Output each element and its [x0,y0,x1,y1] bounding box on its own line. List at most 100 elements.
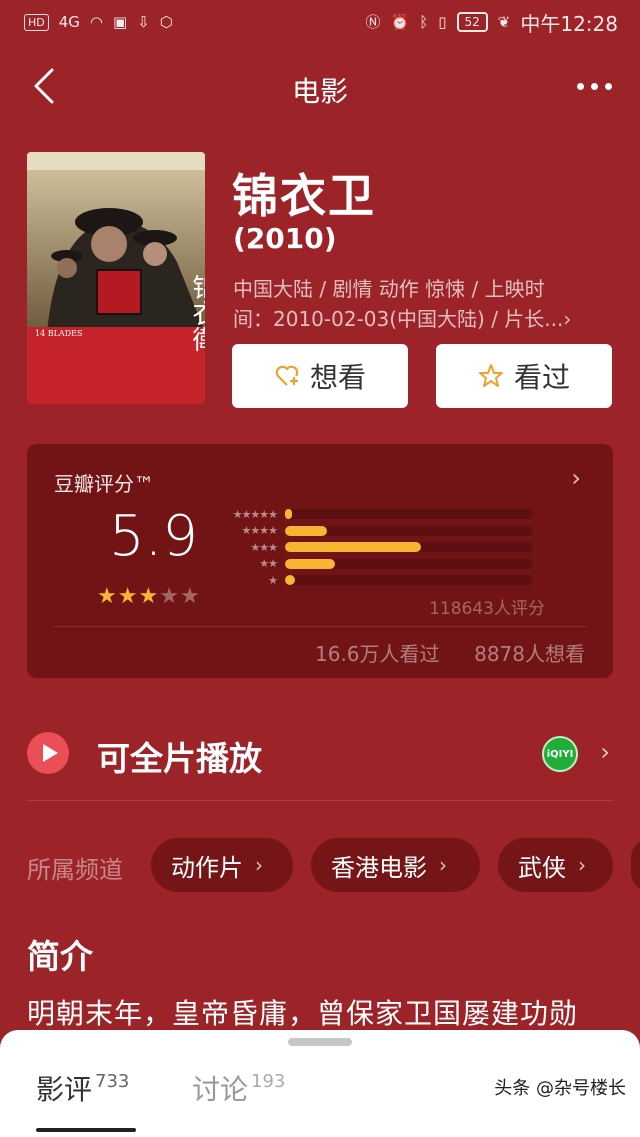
want-to-watch-label: 想看 [309,361,366,394]
play-full-label: 可全片播放 [97,739,262,778]
intro-text: 明朝末年，皇帝昏庸，曾保家卫国屡建功勋 [27,997,579,1030]
drag-handle[interactable] [288,1038,352,1046]
distribution-bar [285,525,328,536]
play-full-row[interactable]: 可全片播放 iQIYI › [0,716,640,796]
more-dot-icon [590,82,598,90]
distribution-row: ★★★★★ [223,506,533,523]
status-bar-right: Ⓝ ⏰ ᛒ ▯ 52 ❦ 中午12:28 [366,8,618,37]
download-icon: ⇩ [137,12,150,31]
wish-count: 8878人想看 [474,642,585,666]
channel-chip-action[interactable]: 动作片 › [151,838,293,892]
watched-label: 看过 [513,361,570,394]
rating-count: 118643人评分 [429,599,545,619]
movie-poster[interactable]: 14 BLADES 锦衣衛 [27,152,205,404]
tab-reviews[interactable]: 影评 733 [36,1068,129,1108]
divider [54,626,586,627]
distribution-stars-icon: ★ [268,573,278,587]
watched-button[interactable]: 看过 [436,344,612,408]
app-notification-icon: ▣ [113,12,128,31]
page-title: 电影 [291,75,348,108]
tab-count: 193 [251,1071,286,1092]
distribution-track [285,525,533,536]
rating-score: 5.9 [109,504,199,569]
distribution-stars-icon: ★★★ [250,540,278,554]
shield-icon: ⬡ [159,12,173,31]
poster-image: 14 BLADES 锦衣衛 [27,152,205,404]
chevron-left-icon [34,68,54,104]
distribution-row: ★ [223,572,533,589]
play-icon [27,732,69,774]
movie-meta-line: 中国大陆 / 剧情 动作 惊悚 / 上映时 [233,277,545,301]
channel-chip-label: 香港电影 [331,853,427,882]
distribution-track [285,509,533,520]
chevron-right-icon: › [255,853,263,877]
chevron-right-icon: › [578,853,586,877]
alarm-icon: ⏰ [390,12,410,31]
channels-label: 所属频道 [27,856,123,884]
nav-bar: 电影 [0,56,640,116]
movie-year: (2010) [233,222,337,255]
chevron-right-icon: › [439,853,447,877]
chevron-right-icon[interactable]: › [571,464,581,492]
nfc-icon: Ⓝ [365,12,381,31]
more-options-button[interactable] [572,72,616,100]
want-to-watch-button[interactable]: 想看 [232,344,408,408]
status-bar-left: HD 4G ◠ ▣ ⇩ ⬡ [24,12,173,31]
channel-chip-label: 武侠 [518,853,566,882]
vibrate-icon: ▯ [438,12,447,31]
poster-caption: 14 BLADES [35,329,82,338]
leaf-icon: ❦ [497,12,511,31]
distribution-stars-icon: ★★ [259,557,278,571]
distribution-track [285,542,533,553]
channel-chip-hongkong[interactable]: 香港电影 › [311,838,480,892]
heart-plus-icon [275,365,299,386]
distribution-bar [285,558,335,569]
tab-label: 影评 [36,1073,93,1106]
channel-chip-wuxia[interactable]: 武侠 › [498,838,613,892]
seen-count: 16.6万人看过 [315,642,440,666]
watermark: 头条 @杂号楼长 [494,1078,626,1099]
battery-icon: 52 [456,12,488,32]
star-empty-icon: ★ [159,584,180,609]
distribution-bar [285,509,293,520]
more-dot-icon [604,82,612,90]
distribution-stars-icon: ★★★★★ [232,507,278,521]
movie-meta[interactable]: 中国大陆 / 剧情 动作 惊悚 / 上映时 间：2010-02-03(中国大陆)… [233,274,603,334]
back-button[interactable] [30,64,70,108]
distribution-track [285,558,533,569]
rating-card[interactable]: 豆瓣评分™ › 5.9 ★★★★★ ★★★★★ ★★★★ ★★★ ★★ ★ 118643… [27,444,613,678]
active-tab-indicator [36,1128,136,1132]
distribution-stars-icon: ★★★★ [241,524,278,538]
poster-title: 锦衣衛 [188,274,205,352]
distribution-track [285,575,533,586]
movie-meta-line: 间：2010-02-03(中国大陆) / 片长...› [233,307,572,331]
status-time: 中午12:28 [520,11,618,36]
star-outline-icon [478,364,503,387]
distribution-bar [285,542,422,553]
distribution-row: ★★★ [223,539,533,556]
divider [27,800,613,801]
chevron-right-icon: › [600,738,610,766]
wifi-icon: ◠ [89,12,104,31]
star-filled-icon: ★ [97,584,118,609]
distribution-bar [285,575,295,586]
star-empty-icon: ★ [179,584,201,609]
more-dot-icon [576,82,584,90]
intro-title: 简介 [27,937,93,976]
tab-discussion[interactable]: 讨论 193 [192,1068,285,1108]
distribution-row: ★★★★ [223,523,533,540]
rating-stars: ★★★★★ [97,584,201,609]
rating-header: 豆瓣评分™ [54,472,154,496]
hd-icon: HD [24,13,49,31]
tab-count: 733 [95,1071,130,1092]
channel-chip-more[interactable] [631,838,640,892]
channel-chip-label: 动作片 [171,853,243,882]
signal-icon: 4G [58,12,80,31]
movie-title: 锦衣卫 [232,169,376,223]
iqiyi-logo-icon: iQIYI [542,736,578,772]
star-filled-icon: ★ [117,584,139,609]
distribution-row: ★★ [223,556,533,573]
bluetooth-icon: ᛒ [419,12,429,31]
status-bar: HD 4G ◠ ▣ ⇩ ⬡ Ⓝ ⏰ ᛒ ▯ 52 ❦ 中午12:28 [0,0,640,44]
tab-label: 讨论 [192,1073,249,1106]
